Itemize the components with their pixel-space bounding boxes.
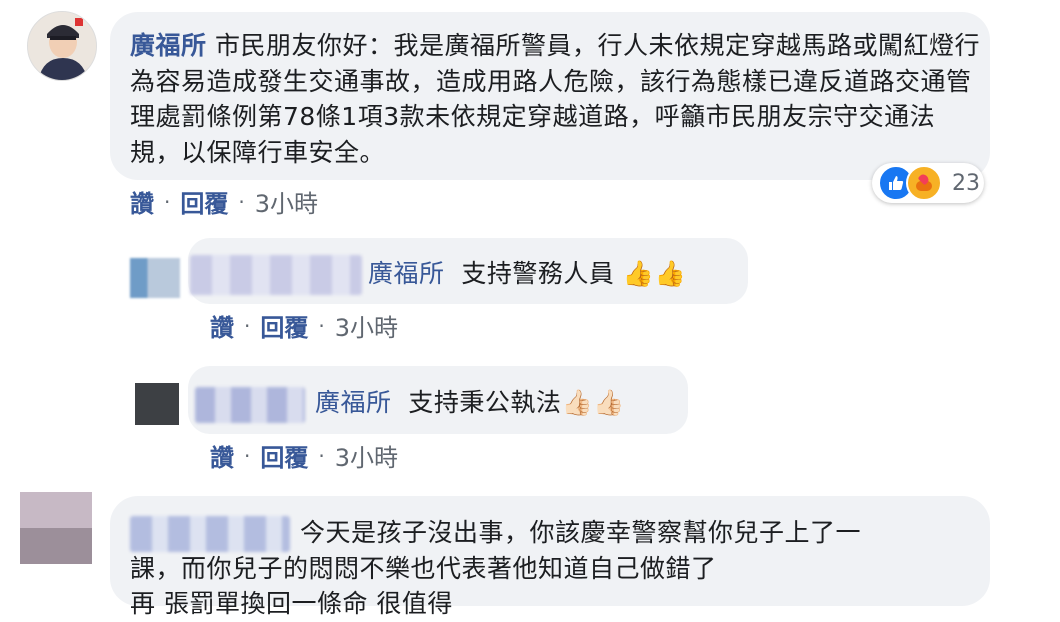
separator-dot: · xyxy=(244,443,251,468)
separator-dot: · xyxy=(244,313,251,338)
reply-timestamp[interactable]: 3小時 xyxy=(335,438,398,473)
separator-dot: · xyxy=(318,313,325,338)
comment-text: 廣福所 市民朋友你好：我是廣福所警員，行人未依規定穿越馬路或闖紅燈行為容易造成發… xyxy=(130,28,980,170)
reply-timestamp[interactable]: 3小時 xyxy=(335,308,398,343)
reply-body: 支持警務人員 xyxy=(461,259,615,288)
mention-link[interactable]: 廣福所 xyxy=(315,388,392,417)
separator-dot: · xyxy=(318,443,325,468)
like-button[interactable]: 讚 xyxy=(130,184,154,219)
comment-body-line1: 今天是孩子沒出事，你該慶幸警察幫你兒子上了一 xyxy=(300,518,862,547)
reply-text: 廣福所 支持秉公執法👍🏻👍🏻 xyxy=(315,385,625,421)
avatar-police-station[interactable] xyxy=(27,11,97,81)
reaction-summary[interactable]: 23 xyxy=(872,163,984,203)
comment-body: 市民朋友你好：我是廣福所警員，行人未依規定穿越馬路或闖紅燈行為容易造成發生交通事… xyxy=(130,31,980,167)
thumbs-up-emoji: 👍👍 xyxy=(622,259,687,288)
mention-link[interactable]: 廣福所 xyxy=(368,259,445,288)
comment-actions: 讚 · 回覆 · 3小時 xyxy=(130,184,318,219)
comment-body-line2: 課，而你兒子的悶悶不樂也代表著他知道自己做錯了 xyxy=(130,554,717,583)
avatar-blurred[interactable] xyxy=(130,258,180,298)
reply-actions: 讚 · 回覆 · 3小時 xyxy=(210,438,398,473)
reply-body: 支持秉公執法 xyxy=(408,388,562,417)
avatar-blurred[interactable] xyxy=(20,492,92,564)
blurred-author-name[interactable] xyxy=(195,387,305,423)
like-button[interactable]: 讚 xyxy=(210,308,234,343)
reply-button[interactable]: 回覆 xyxy=(260,308,308,343)
reply-text: 廣福所 支持警務人員 👍👍 xyxy=(368,256,686,292)
thumbs-up-emoji: 👍🏻👍🏻 xyxy=(561,388,625,417)
care-reaction-icon xyxy=(906,165,942,201)
blurred-author-name[interactable] xyxy=(130,516,290,552)
reaction-count: 23 xyxy=(952,170,980,196)
separator-dot: · xyxy=(238,189,245,214)
separator-dot: · xyxy=(164,189,171,214)
comment-body-line3: 再 張罰單換回一條命 很值得 xyxy=(130,589,453,618)
blurred-author-name[interactable] xyxy=(190,255,362,295)
avatar-blurred[interactable] xyxy=(135,383,179,425)
reply-button[interactable]: 回覆 xyxy=(180,184,228,219)
comment-author[interactable]: 廣福所 xyxy=(130,31,207,60)
reply-button[interactable]: 回覆 xyxy=(260,438,308,473)
comment-timestamp[interactable]: 3小時 xyxy=(255,184,318,219)
like-button[interactable]: 讚 xyxy=(210,438,234,473)
reply-actions: 讚 · 回覆 · 3小時 xyxy=(210,308,398,343)
